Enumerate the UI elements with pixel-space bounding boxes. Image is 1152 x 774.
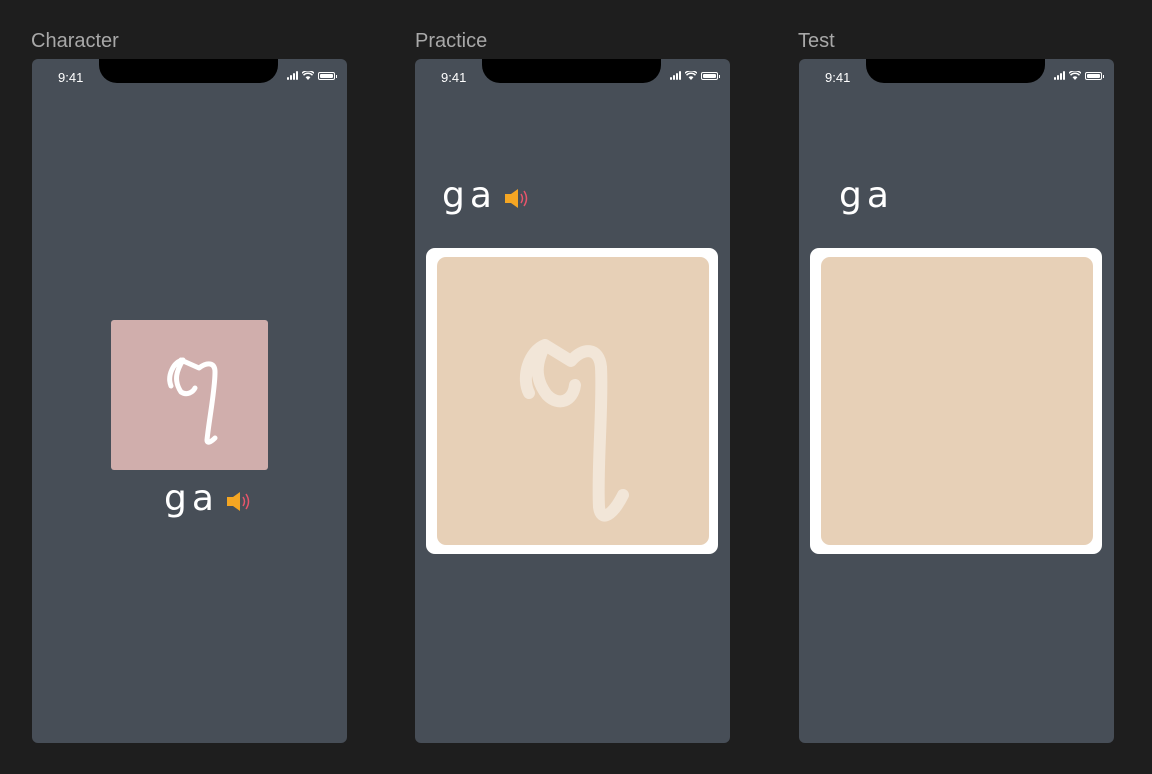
drawing-canvas[interactable]	[437, 257, 709, 545]
speaker-sound-icon[interactable]	[503, 184, 535, 212]
drawing-canvas-frame	[426, 248, 718, 554]
wifi-icon	[302, 71, 314, 80]
cellular-signal-icon	[287, 71, 298, 80]
character-glyph-ga	[167, 357, 218, 445]
status-icons	[670, 71, 720, 80]
wifi-icon	[685, 71, 697, 80]
romanization-text: ga	[164, 478, 219, 519]
battery-icon	[1085, 71, 1104, 80]
romanization-text: ga	[839, 175, 894, 216]
character-card[interactable]	[111, 320, 268, 470]
artboard-label-character: Character	[31, 30, 119, 52]
cellular-signal-icon	[1054, 71, 1065, 80]
status-time: 9:41	[58, 70, 84, 85]
cellular-signal-icon	[670, 71, 681, 80]
phone-frame-character: 9:41 ga	[32, 59, 347, 743]
speaker-sound-icon[interactable]	[225, 487, 257, 515]
status-icons	[287, 71, 337, 80]
phone-notch	[866, 59, 1045, 83]
status-time: 9:41	[441, 70, 467, 85]
battery-icon	[318, 71, 337, 80]
phone-notch	[482, 59, 661, 83]
trace-guide-glyph-ga	[519, 339, 629, 522]
drawing-canvas-frame	[810, 248, 1102, 554]
status-time: 9:41	[825, 70, 851, 85]
artboard-label-test: Test	[798, 30, 835, 52]
status-icons	[1054, 71, 1104, 80]
romanization-text: ga	[442, 175, 497, 216]
artboard-label-practice: Practice	[415, 30, 488, 52]
battery-icon	[701, 71, 720, 80]
phone-frame-practice: 9:41 ga	[415, 59, 730, 743]
phone-frame-test: 9:41 ga	[799, 59, 1114, 743]
drawing-canvas[interactable]	[821, 257, 1093, 545]
phone-notch	[99, 59, 278, 83]
wifi-icon	[1069, 71, 1081, 80]
